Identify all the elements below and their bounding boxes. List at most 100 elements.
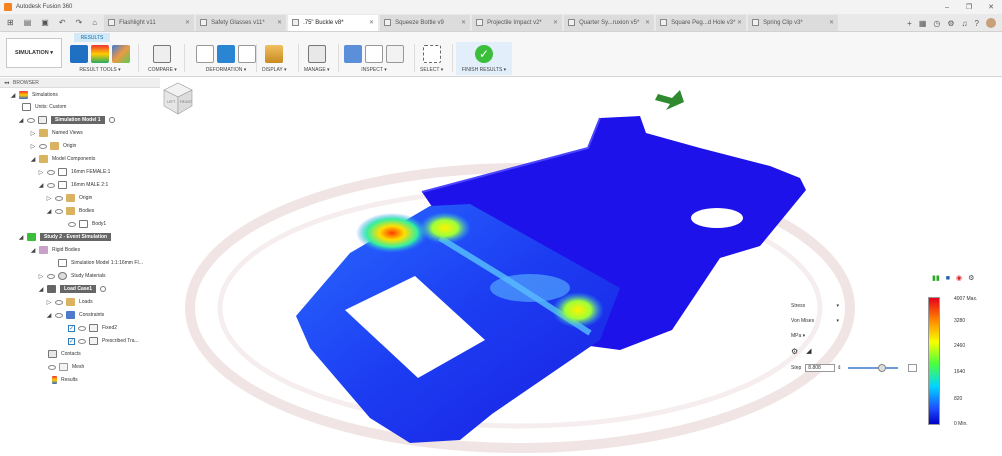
finish-checkmark-icon[interactable]: ✓ xyxy=(475,45,493,63)
collapse-arrow-icon[interactable]: ◢ xyxy=(30,247,36,254)
close-window-button[interactable]: ✕ xyxy=(980,0,1002,14)
close-tab-icon[interactable]: ✕ xyxy=(369,19,374,26)
undeformed-icon[interactable] xyxy=(196,45,214,63)
tab-safety-glasses[interactable]: Safety Glasses v11* ✕ xyxy=(196,14,287,31)
result-type-dropdown[interactable]: Stress ▾ xyxy=(791,301,839,311)
display-icon[interactable] xyxy=(265,45,284,63)
checkbox-icon[interactable]: ✓ xyxy=(68,337,75,345)
visibility-eye-icon[interactable] xyxy=(39,143,47,149)
tree-node-female-component[interactable]: ▷ 16mm FEMALE:1 xyxy=(38,166,110,178)
tree-node-named-views[interactable]: ▷ Named Views xyxy=(30,127,83,139)
expand-arrow-icon[interactable]: ▷ xyxy=(46,195,52,202)
close-tab-icon[interactable]: ✕ xyxy=(737,19,742,26)
tree-node-fixed2[interactable]: ✓ Fixed2 xyxy=(68,322,117,334)
visibility-eye-icon[interactable] xyxy=(48,364,56,370)
tree-node-body1[interactable]: Body1 xyxy=(68,218,106,230)
tree-node-contacts[interactable]: Contacts xyxy=(48,348,81,360)
deformation-scale-icon[interactable] xyxy=(217,45,235,63)
stop-button[interactable]: ■ xyxy=(946,275,950,282)
close-tab-icon[interactable]: ✕ xyxy=(645,19,650,26)
checkbox-icon[interactable]: ✓ xyxy=(68,324,75,332)
job-status-icon[interactable]: ◷ xyxy=(933,19,940,28)
expand-arrow-icon[interactable]: ▷ xyxy=(30,143,36,150)
visibility-eye-icon[interactable] xyxy=(55,195,63,201)
manage-icon[interactable] xyxy=(307,45,326,63)
result-component-dropdown[interactable]: Von Mises ▾ xyxy=(791,316,839,326)
tree-node-loads[interactable]: ▷ Loads xyxy=(46,296,93,308)
tab-quarter[interactable]: Quarter Sy...ruxion v5* ✕ xyxy=(564,14,655,31)
expand-arrow-icon[interactable]: ▷ xyxy=(38,273,44,280)
exaggerated-icon[interactable] xyxy=(238,45,256,63)
collapse-browser-icon[interactable]: ◂◂ xyxy=(4,80,9,86)
file-menu-icon[interactable]: ▤ xyxy=(19,18,37,27)
visibility-eye-icon[interactable] xyxy=(47,169,55,175)
home-icon[interactable]: ⌂ xyxy=(87,18,102,27)
model-canvas[interactable] xyxy=(160,78,1002,456)
visibility-eye-icon[interactable] xyxy=(78,338,86,344)
collapse-arrow-icon[interactable]: ◢ xyxy=(18,117,24,124)
tree-node-origin[interactable]: ▷ Origin xyxy=(30,140,76,152)
legend-settings-icon[interactable]: ⚙ xyxy=(791,347,798,356)
record-button[interactable]: ◉ xyxy=(956,274,962,282)
tab-square-peg[interactable]: Square Peg...d Hole v3* ✕ xyxy=(656,14,747,31)
close-tab-icon[interactable]: ✕ xyxy=(461,19,466,26)
load-direction-arrow-icon[interactable] xyxy=(655,90,684,110)
save-icon[interactable]: ▣ xyxy=(36,18,54,27)
tree-node-study-materials[interactable]: ▷ Study Materials xyxy=(38,270,105,282)
close-tab-icon[interactable]: ✕ xyxy=(829,19,834,26)
unit-dropdown[interactable]: MPa ▾ xyxy=(791,331,821,341)
close-tab-icon[interactable]: ✕ xyxy=(553,19,558,26)
step-spinner-icon[interactable]: ⇕ xyxy=(837,365,841,371)
visibility-eye-icon[interactable] xyxy=(55,312,63,318)
visibility-eye-icon[interactable] xyxy=(68,221,76,227)
activate-radio-icon[interactable] xyxy=(108,117,115,123)
collapse-arrow-icon[interactable]: ◢ xyxy=(46,312,52,319)
tree-node-simulation-model[interactable]: ◢ Simulation Model 1 xyxy=(18,114,115,126)
browser-header[interactable]: ◂◂ BROWSER xyxy=(0,78,160,88)
tree-node-model-components[interactable]: ◢ Model Components xyxy=(30,153,95,165)
collapse-arrow-icon[interactable]: ◢ xyxy=(38,182,44,189)
collapse-arrow-icon[interactable]: ◢ xyxy=(18,234,24,241)
visibility-eye-icon[interactable] xyxy=(47,182,55,188)
compare-icon[interactable] xyxy=(153,45,172,63)
results-icon[interactable] xyxy=(70,45,88,63)
tab-buckle[interactable]: .75" Buckle v8* ✕ xyxy=(288,14,379,31)
step-slider[interactable] xyxy=(847,364,898,372)
legend-adjust-icon[interactable]: ◢ xyxy=(806,347,811,355)
expand-arrow-icon[interactable]: ▷ xyxy=(46,299,52,306)
new-tab-icon[interactable]: + xyxy=(907,19,912,28)
tree-node-bodies[interactable]: ◢ Bodies xyxy=(46,205,94,217)
tab-projectile-impact[interactable]: Projectile Impact v2* ✕ xyxy=(472,14,563,31)
tree-node-mesh[interactable]: Mesh xyxy=(48,361,84,373)
tree-node-constraints[interactable]: ◢ Constraints xyxy=(46,309,104,321)
expand-arrow-icon[interactable]: ▷ xyxy=(38,169,44,176)
close-tab-icon[interactable]: ✕ xyxy=(185,19,190,26)
visibility-eye-icon[interactable] xyxy=(47,273,55,279)
activate-radio-icon[interactable] xyxy=(100,286,107,292)
tab-squeeze-bottle[interactable]: Squeeze Bottle v9 ✕ xyxy=(380,14,471,31)
animation-settings-button[interactable]: ⚙ xyxy=(968,274,974,282)
close-tab-icon[interactable]: ✕ xyxy=(277,19,282,26)
help-icon[interactable]: ? xyxy=(975,19,979,28)
graph-icon[interactable] xyxy=(907,364,917,372)
tree-node-component-origin[interactable]: ▷ Origin xyxy=(46,192,92,204)
measure-icon[interactable] xyxy=(365,45,383,63)
undo-icon[interactable]: ↶ xyxy=(54,18,71,27)
tree-node-units[interactable]: Units: Custom xyxy=(22,101,66,113)
tab-flashlight[interactable]: Flashlight v11 ✕ xyxy=(104,14,195,31)
visibility-eye-icon[interactable] xyxy=(55,208,63,214)
visibility-eye-icon[interactable] xyxy=(55,299,63,305)
restore-button[interactable]: ❐ xyxy=(958,0,980,14)
minimize-button[interactable]: – xyxy=(936,0,958,14)
tree-node-load-case[interactable]: ◢ Load Case1 xyxy=(38,283,107,295)
viewcube[interactable]: LEFT FRONT xyxy=(160,78,196,118)
grid-menu-icon[interactable]: ⊞ xyxy=(2,18,19,27)
collapse-arrow-icon[interactable]: ◢ xyxy=(10,92,16,99)
section-icon[interactable] xyxy=(386,45,404,63)
extensions-icon[interactable]: ⚙ xyxy=(947,19,954,28)
step-slider-thumb[interactable] xyxy=(877,364,886,372)
collapse-arrow-icon[interactable]: ◢ xyxy=(30,156,36,163)
pause-button[interactable]: ▮▮ xyxy=(932,274,940,282)
collapse-arrow-icon[interactable]: ◢ xyxy=(46,208,52,215)
contour-icon[interactable] xyxy=(112,45,130,63)
